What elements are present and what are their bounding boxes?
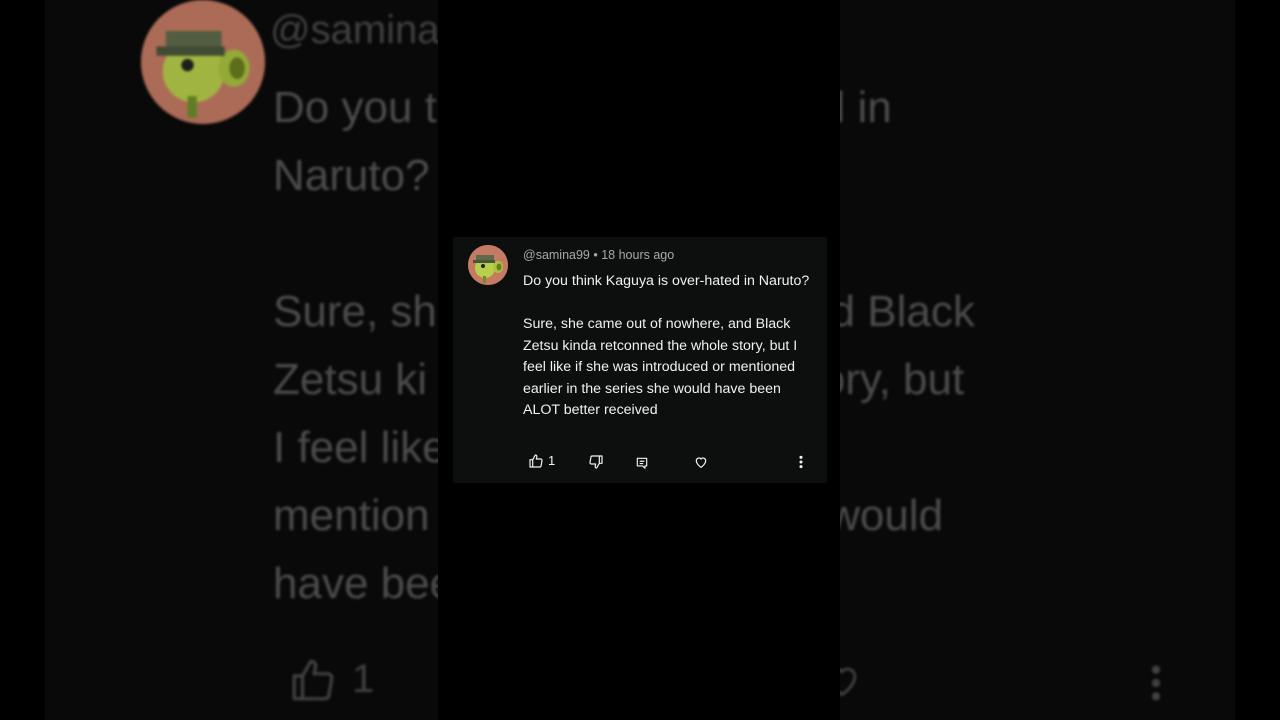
heart-icon bbox=[695, 457, 707, 469]
comment-actions: 1 bbox=[453, 450, 827, 474]
avatar[interactable] bbox=[468, 245, 508, 285]
reply-button[interactable] bbox=[635, 456, 649, 470]
thumbs-up-icon bbox=[529, 454, 543, 468]
comment-text: Do you think Kaguya is over-hated in Nar… bbox=[523, 273, 810, 418]
like-button[interactable] bbox=[528, 453, 544, 469]
more-vertical-icon bbox=[799, 455, 803, 469]
heart-button[interactable] bbox=[693, 454, 709, 470]
comment-meta: @samina99 • 18 hours ago bbox=[523, 248, 675, 262]
dislike-button[interactable] bbox=[588, 454, 604, 470]
thumbs-down-icon bbox=[589, 455, 603, 469]
reply-icon bbox=[636, 457, 648, 469]
more-options-button[interactable] bbox=[798, 454, 804, 470]
comment-card: @samina99 • 18 hours ago Do you think Ka… bbox=[453, 237, 827, 483]
like-count: 1 bbox=[548, 453, 556, 468]
